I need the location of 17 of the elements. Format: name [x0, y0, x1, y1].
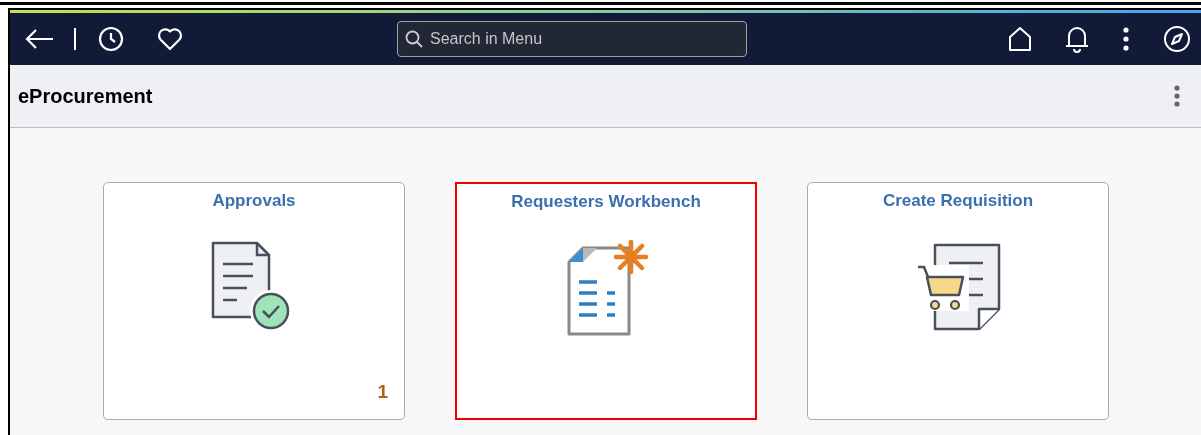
tile-title: Approvals	[212, 191, 296, 211]
more-icon[interactable]	[1122, 27, 1130, 51]
tile[interactable]: Approvals 1	[103, 182, 405, 420]
compass-icon[interactable]	[1163, 25, 1191, 53]
clock-icon[interactable]	[98, 26, 124, 52]
count: 1	[377, 381, 388, 403]
back-icon[interactable]	[24, 28, 54, 50]
search-icon	[405, 30, 423, 48]
bell-icon[interactable]	[1065, 25, 1089, 53]
highlighted-tile[interactable]: Requesters Workbench	[455, 182, 757, 420]
tile[interactable]: Create Requisition	[807, 182, 1109, 420]
page-title: eProcurement	[18, 84, 153, 108]
tile-title: Requesters Workbench	[511, 192, 701, 212]
tile-title: Create Requisition	[882, 191, 1034, 211]
heart-icon[interactable]	[157, 27, 183, 51]
search-field[interactable]: Search in Menu	[397, 21, 747, 57]
home-icon[interactable]	[1008, 26, 1032, 52]
